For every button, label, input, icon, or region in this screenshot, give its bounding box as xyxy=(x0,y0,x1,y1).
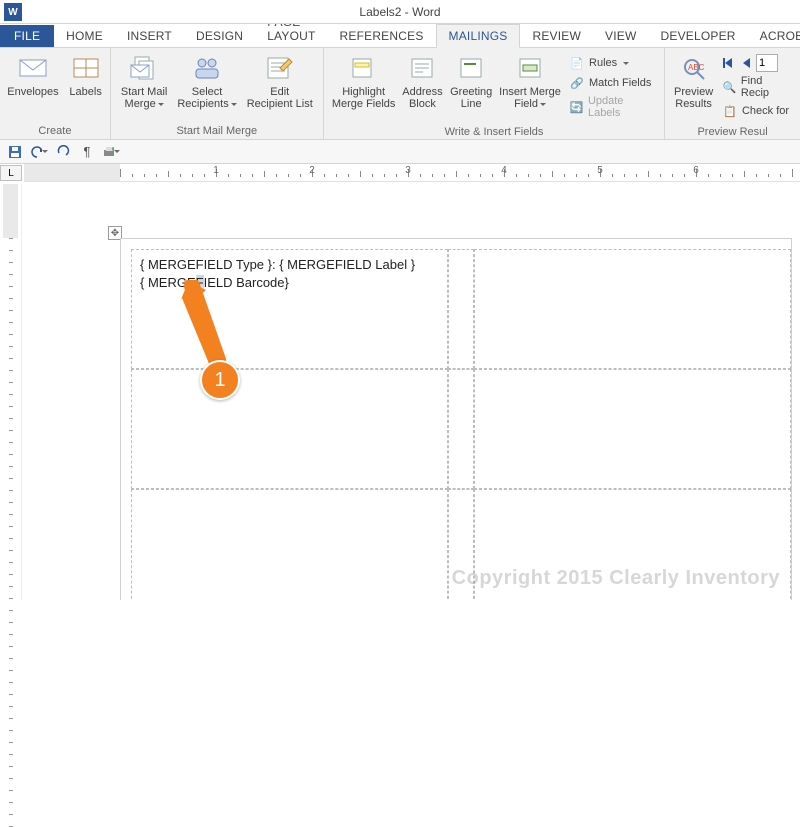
prev-record-button[interactable] xyxy=(738,55,754,71)
undo-icon xyxy=(30,145,42,159)
ribbon: Envelopes Labels Create Start Mail Merge xyxy=(0,48,800,140)
label-cell-1[interactable]: { MERGEFIELD Type }: { MERGEFIELD Label … xyxy=(131,249,448,369)
word-app-icon: W xyxy=(4,3,22,21)
ribbon-tabs: FILE HOME INSERT DESIGN PAGE LAYOUT REFE… xyxy=(0,24,800,48)
check-errors-button[interactable]: 📋Check for xyxy=(720,102,792,120)
group-start-mail-merge: Start Mail Merge Select Recipients Edit … xyxy=(111,48,324,139)
envelopes-button[interactable]: Envelopes xyxy=(3,50,62,100)
envelope-icon xyxy=(17,52,49,84)
pilcrow-icon: ¶ xyxy=(84,144,91,159)
preview-results-button[interactable]: ABC Preview Results xyxy=(671,50,716,124)
label-cell-2[interactable] xyxy=(474,249,791,369)
group-preview: ABC Preview Results 🔍Find Recip 📋Check f… xyxy=(665,48,800,139)
first-record-button[interactable] xyxy=(720,55,736,71)
insert-merge-field-button[interactable]: Insert Merge Field xyxy=(497,50,563,124)
save-icon xyxy=(8,145,22,159)
rules-button[interactable]: 📄Rules xyxy=(567,54,656,72)
label-cell-3[interactable] xyxy=(131,369,448,489)
callout-badge-1: 1 xyxy=(200,360,240,400)
tab-home[interactable]: HOME xyxy=(54,25,115,47)
title-bar: W Labels2 - Word xyxy=(0,0,800,24)
address-block-icon xyxy=(406,52,438,84)
chevron-down-icon xyxy=(114,150,120,156)
chevron-down-icon xyxy=(158,103,164,109)
merge-line-1: { MERGEFIELD Type }: { MERGEFIELD Label … xyxy=(140,256,439,274)
document-area[interactable]: ✥ { MERGEFIELD Type }: { MERGEFIELD Labe… xyxy=(24,184,800,600)
labels-icon xyxy=(70,52,102,84)
merge-line-2: { MERGEFIELD Barcode} xyxy=(140,274,439,292)
tab-view[interactable]: VIEW xyxy=(593,25,648,47)
label-cell-5[interactable] xyxy=(131,489,448,600)
record-nav xyxy=(720,54,792,72)
chevron-down-icon xyxy=(42,150,48,156)
group-write-insert: Highlight Merge Fields Address Block Gre… xyxy=(324,48,665,139)
tab-developer[interactable]: DEVELOPER xyxy=(649,25,748,47)
chevron-down-icon xyxy=(540,103,546,109)
tab-design[interactable]: DESIGN xyxy=(184,25,255,47)
address-block-button[interactable]: Address Block xyxy=(399,50,445,124)
edit-list-icon xyxy=(264,52,296,84)
find-recipient-button[interactable]: 🔍Find Recip xyxy=(720,74,792,100)
highlight-icon xyxy=(348,52,380,84)
watermark: Copyright 2015 Clearly Inventory xyxy=(452,567,780,590)
save-button[interactable] xyxy=(6,143,24,161)
match-fields-button[interactable]: 🔗Match Fields xyxy=(567,74,656,92)
update-labels-button[interactable]: 🔄Update Labels xyxy=(567,94,656,120)
tab-insert[interactable]: INSERT xyxy=(115,25,184,47)
record-number-input[interactable] xyxy=(756,54,778,72)
preview-icon: ABC xyxy=(678,52,710,84)
highlight-merge-fields-button[interactable]: Highlight Merge Fields xyxy=(330,50,398,124)
check-icon: 📋 xyxy=(722,103,738,119)
greeting-icon xyxy=(455,52,487,84)
vertical-ruler[interactable] xyxy=(0,184,22,600)
quick-access-toolbar: ¶ xyxy=(0,140,800,164)
group-start-label: Start Mail Merge xyxy=(117,123,317,139)
search-icon: 🔍 xyxy=(722,79,737,95)
page: { MERGEFIELD Type }: { MERGEFIELD Label … xyxy=(120,238,792,600)
redo-button[interactable] xyxy=(54,143,72,161)
window-title: Labels2 - Word xyxy=(359,5,440,19)
insert-field-icon xyxy=(514,52,546,84)
svg-text:ABC: ABC xyxy=(688,63,705,72)
gutter xyxy=(448,369,474,489)
group-write-label: Write & Insert Fields xyxy=(330,124,658,140)
recipients-icon xyxy=(191,52,223,84)
tab-selector[interactable]: L xyxy=(0,165,22,181)
tab-file[interactable]: FILE xyxy=(0,25,54,47)
labels-button[interactable]: Labels xyxy=(65,50,107,100)
edit-recipient-list-button[interactable]: Edit Recipient List xyxy=(243,50,317,112)
redo-icon xyxy=(56,145,70,159)
undo-button[interactable] xyxy=(30,143,48,161)
tab-references[interactable]: REFERENCES xyxy=(328,25,436,47)
tab-review[interactable]: REVIEW xyxy=(520,25,593,47)
start-mail-merge-icon xyxy=(128,52,160,84)
labels-table: { MERGEFIELD Type }: { MERGEFIELD Label … xyxy=(131,249,791,600)
chevron-down-icon xyxy=(623,62,629,68)
tab-mailings[interactable]: MAILINGS xyxy=(436,24,521,48)
group-preview-label: Preview Resul xyxy=(671,124,794,140)
select-recipients-button[interactable]: Select Recipients xyxy=(173,50,240,112)
quick-print-button[interactable] xyxy=(102,143,120,161)
printer-icon xyxy=(102,145,114,159)
rules-icon: 📄 xyxy=(569,55,585,71)
label-cell-4[interactable] xyxy=(474,369,791,489)
gutter xyxy=(448,249,474,369)
horizontal-ruler[interactable]: 123456 xyxy=(24,164,800,182)
greeting-line-button[interactable]: Greeting Line xyxy=(447,50,495,124)
update-icon: 🔄 xyxy=(569,99,584,115)
paragraph-marks-button[interactable]: ¶ xyxy=(78,143,96,161)
match-icon: 🔗 xyxy=(569,75,585,91)
start-mail-merge-button[interactable]: Start Mail Merge xyxy=(117,50,171,112)
group-create: Envelopes Labels Create xyxy=(0,48,111,139)
chevron-down-icon xyxy=(231,103,237,109)
group-create-label: Create xyxy=(6,123,104,139)
tab-acrobat[interactable]: ACROBAT xyxy=(748,25,800,47)
